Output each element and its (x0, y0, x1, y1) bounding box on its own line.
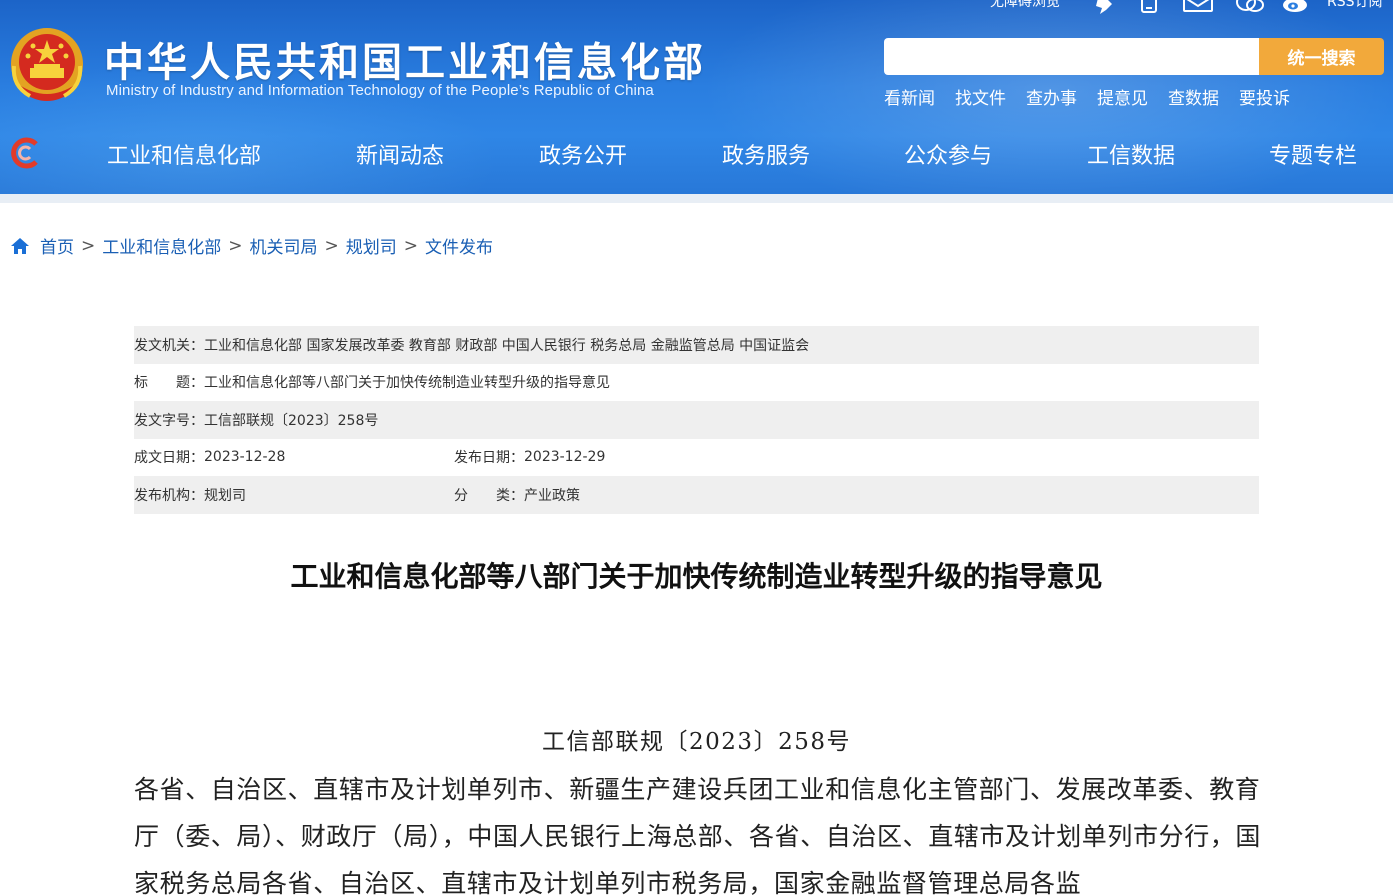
miit-logo-icon[interactable] (8, 136, 42, 170)
nav-item-public-participation[interactable]: 公众参与 (904, 138, 992, 170)
nav-item-gov-affairs[interactable]: 政务公开 (539, 138, 627, 170)
nav-item-data[interactable]: 工信数据 (1087, 138, 1175, 170)
org-label: 发布机构： (134, 487, 204, 504)
header-divider (0, 194, 1393, 203)
article-body: 各省、自治区、直辖市及计划单列市、新疆生产建设兵团工业和信息化主管部门、发展改革… (134, 775, 1262, 895)
breadcrumb-home[interactable]: 首页 (40, 233, 74, 258)
quick-link-data[interactable]: 查数据 (1168, 84, 1219, 109)
main-nav: 工业和信息化部 新闻动态 政务公开 政务服务 公众参与 工信数据 专题专栏 (0, 128, 1393, 180)
wechat-icon[interactable] (1235, 0, 1265, 14)
search-input[interactable] (884, 38, 1260, 75)
created-date-label: 成文日期： (134, 450, 204, 467)
home-icon (11, 237, 29, 254)
quick-link-services[interactable]: 查办事 (1026, 84, 1077, 109)
breadcrumb-separator: > (81, 235, 96, 256)
quick-link-feedback[interactable]: 提意见 (1097, 84, 1148, 109)
org-cell: 发布机构： 规划司 (134, 485, 454, 505)
mobile-icon[interactable] (1139, 0, 1159, 16)
published-date-cell: 发布日期： 2023-12-29 (454, 447, 605, 467)
nav-item-gov-services[interactable]: 政务服务 (722, 138, 810, 170)
title-value: 工业和信息化部等八部门关于加快传统制造业转型升级的指导意见 (204, 375, 610, 392)
weibo-icon[interactable] (1281, 0, 1311, 14)
nav-item-news[interactable]: 新闻动态 (356, 138, 444, 170)
article-title: 工业和信息化部等八部门关于加快传统制造业转型升级的指导意见 (290, 560, 1103, 593)
meta-row-issuer: 发文机关： 工业和信息化部 国家发展改革委 教育部 财政部 中国人民银行 税务总… (134, 326, 1259, 364)
breadcrumb-separator: > (403, 235, 418, 256)
breadcrumb-doc-release[interactable]: 文件发布 (425, 233, 493, 258)
nav-item-special-topics[interactable]: 专题专栏 (1269, 138, 1357, 170)
site-subtitle: Ministry of Industry and Information Tec… (106, 82, 654, 99)
issuer-label: 发文机关： (134, 337, 204, 354)
meta-row-doc-number: 发文字号： 工信部联规〔2023〕258号 (134, 401, 1259, 439)
meta-row-title: 标 题： 工业和信息化部等八部门关于加快传统制造业转型升级的指导意见 (134, 364, 1259, 402)
elderly-mode-icon[interactable] (1094, 0, 1116, 16)
breadcrumb-separator: > (228, 235, 243, 256)
org-value: 规划司 (204, 487, 246, 504)
national-emblem-icon[interactable] (8, 26, 86, 104)
mail-icon[interactable] (1183, 0, 1213, 14)
created-date-value: 2023-12-28 (204, 449, 286, 466)
document-meta-table: 发文机关： 工业和信息化部 国家发展改革委 教育部 财政部 中国人民银行 税务总… (134, 326, 1259, 514)
breadcrumb-miit[interactable]: 工业和信息化部 (102, 233, 221, 258)
published-date-label: 发布日期： (454, 450, 524, 467)
category-label: 分 类： (454, 487, 524, 504)
article-doc-number: 工信部联规〔2023〕258号 (542, 729, 851, 755)
doc-number-value: 工信部联规〔2023〕258号 (204, 412, 379, 429)
category-cell: 分 类： 产业政策 (454, 485, 580, 505)
breadcrumb: 首页 > 工业和信息化部 > 机关司局 > 规划司 > 文件发布 (10, 233, 493, 258)
breadcrumb-planning-dept[interactable]: 规划司 (346, 233, 397, 258)
title-label: 标 题： (134, 375, 204, 392)
meta-row-org: 发布机构： 规划司 分 类： 产业政策 (134, 476, 1259, 514)
nav-item-miit[interactable]: 工业和信息化部 (107, 138, 261, 170)
quick-link-complaint[interactable]: 要投诉 (1239, 84, 1290, 109)
issuer-value: 工业和信息化部 国家发展改革委 教育部 财政部 中国人民银行 税务总局 金融监管… (204, 337, 810, 354)
breadcrumb-separator: > (324, 235, 339, 256)
unified-search-button[interactable]: 统一搜索 (1259, 38, 1384, 75)
category-value: 产业政策 (524, 487, 580, 504)
site-title[interactable]: 中华人民共和国工业和信息化部 (104, 30, 706, 88)
quick-link-news[interactable]: 看新闻 (884, 84, 935, 109)
quick-links: 看新闻 找文件 查办事 提意见 查数据 要投诉 (884, 84, 1290, 109)
quick-link-documents[interactable]: 找文件 (955, 84, 1006, 109)
site-header: 中华人民共和国工业和信息化部 Ministry of Industry and … (0, 0, 1393, 194)
breadcrumb-departments[interactable]: 机关司局 (250, 233, 318, 258)
meta-row-dates: 成文日期： 2023-12-28 发布日期： 2023-12-29 (134, 439, 1259, 477)
published-date-value: 2023-12-29 (524, 449, 606, 466)
created-date-cell: 成文日期： 2023-12-28 (134, 447, 454, 467)
accessibility-link[interactable]: 无障碍浏览 (990, 0, 1060, 11)
rss-link[interactable]: RSS订阅 (1327, 0, 1383, 11)
doc-number-label: 发文字号： (134, 412, 204, 429)
